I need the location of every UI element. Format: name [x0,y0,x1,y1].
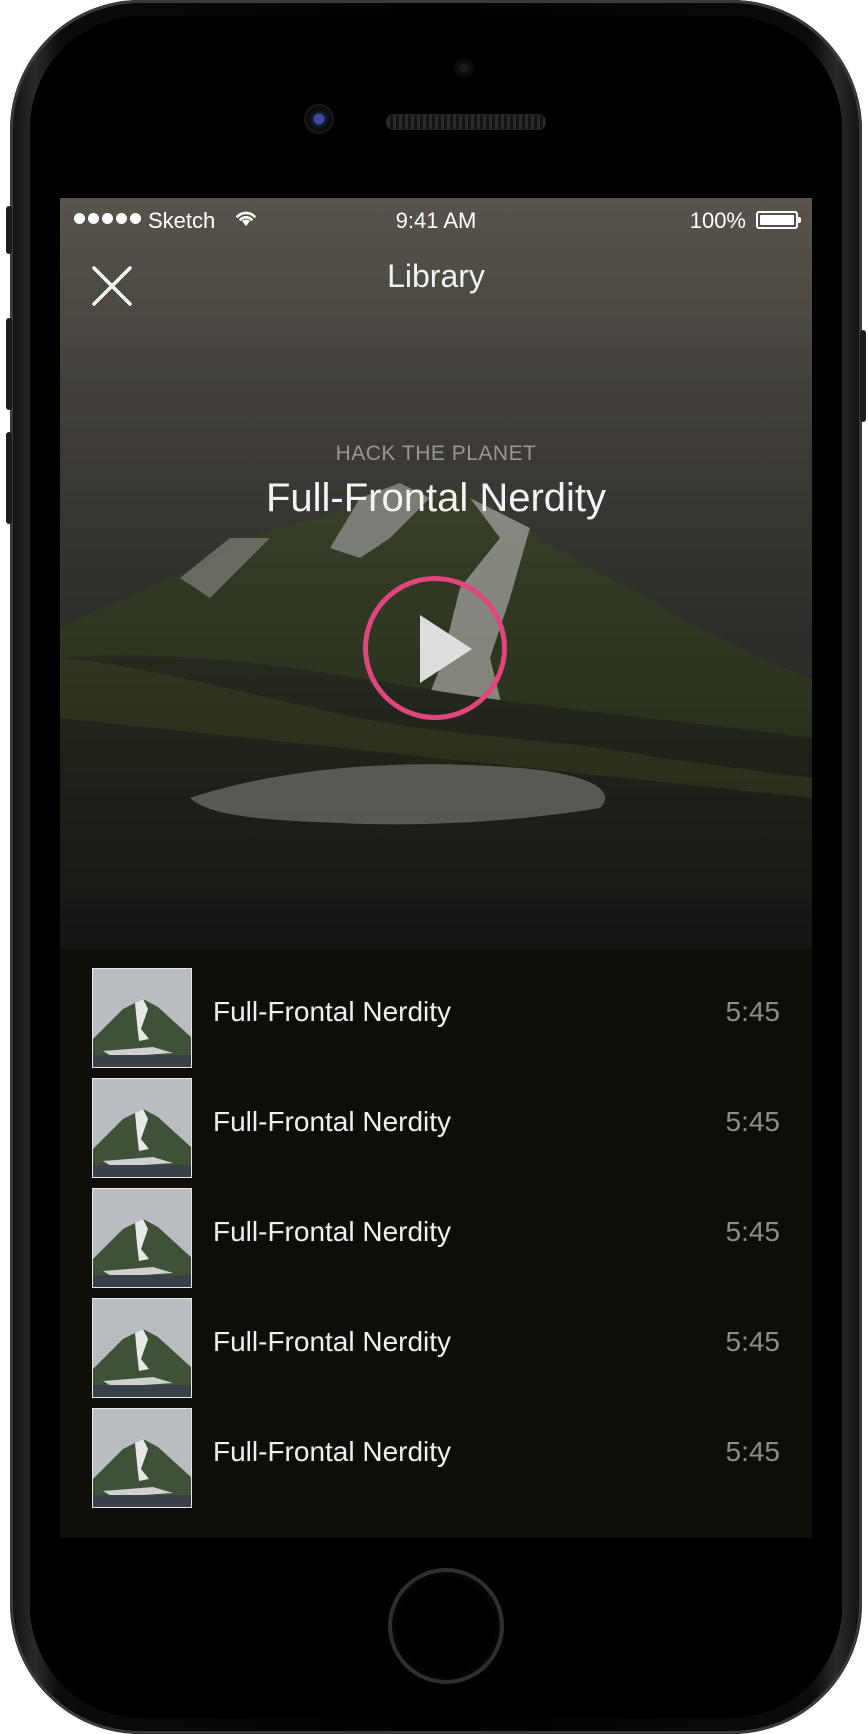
volume-down-button [6,432,12,524]
play-button[interactable] [363,576,507,720]
album-title: Full-Frontal Nerdity [265,476,607,520]
track-thumbnail [92,1078,192,1178]
power-button [860,330,866,422]
track-title: Full-Frontal Nerdity [213,1436,452,1467]
track-duration: 5:45 [725,1436,781,1467]
artist-name: HACK THE PLANET [335,442,537,465]
track-row[interactable]: Full-Frontal Nerdity 5:45 [60,950,812,1070]
battery-icon [756,211,801,229]
track-title: Full-Frontal Nerdity [213,996,452,1027]
track-row[interactable]: Full-Frontal Nerdity 5:45 [60,1060,812,1180]
play-icon [420,615,472,683]
app-screen: Sketch 9:41 AM 100% Library HACK THE PLA… [60,198,812,1538]
volume-up-button [6,318,12,410]
earpiece-speaker [386,114,546,130]
track-thumbnail [92,1408,192,1508]
page-title: Library [387,258,485,294]
silent-switch [6,206,12,254]
track-row[interactable]: Full-Frontal Nerdity 5:45 [60,1390,812,1510]
battery-percentage: 100% [689,208,746,233]
status-bar: Sketch 9:41 AM 100% [60,198,812,242]
track-duration: 5:45 [725,1216,781,1247]
track-duration: 5:45 [725,996,781,1027]
track-list: Full-Frontal Nerdity 5:45 Full-Frontal N… [60,950,812,1538]
track-duration: 5:45 [725,1106,781,1137]
hero-overlay [60,198,812,950]
track-row[interactable]: Full-Frontal Nerdity 5:45 [60,1280,812,1400]
front-camera [304,104,334,134]
track-thumbnail [92,1188,192,1288]
track-thumbnail [92,1298,192,1398]
track-title: Full-Frontal Nerdity [213,1216,452,1247]
proximity-sensor [454,58,474,78]
track-thumbnail [92,968,192,1068]
home-button[interactable] [388,1568,504,1684]
album-hero: Sketch 9:41 AM 100% Library HACK THE PLA… [60,198,812,950]
track-title: Full-Frontal Nerdity [213,1106,452,1137]
track-row[interactable]: Full-Frontal Nerdity 5:45 [60,1170,812,1290]
track-duration: 5:45 [725,1326,781,1357]
track-title: Full-Frontal Nerdity [213,1326,452,1357]
